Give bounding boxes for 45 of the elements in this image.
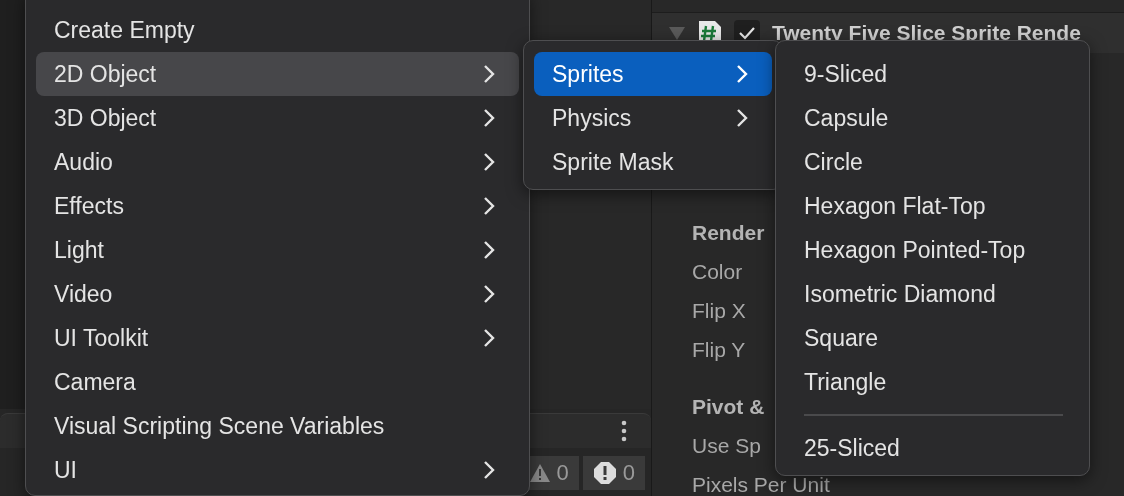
field-label: Flip X (692, 298, 746, 324)
menu-item[interactable]: Visual Scripting Scene Variables (36, 404, 519, 448)
menu-item[interactable]: 25-Sliced (786, 426, 1079, 470)
field-label: Pixels Per Unit (692, 472, 830, 496)
menu-item[interactable]: Sprite Mask (534, 140, 772, 184)
menu-item[interactable]: 9-Sliced (786, 52, 1079, 96)
menu-item[interactable]: Video (36, 272, 519, 316)
menu-item[interactable]: UI Toolkit (36, 316, 519, 360)
menu-item[interactable]: 3D Object (36, 96, 519, 140)
field-label: Color (692, 259, 743, 285)
chevron-icon (736, 64, 748, 84)
chevron-icon (483, 284, 495, 304)
menu-item[interactable]: Light (36, 228, 519, 272)
menu-item[interactable]: 2D Object (36, 52, 519, 96)
chevron-icon (483, 152, 495, 172)
menu-item[interactable]: Triangle (786, 360, 1079, 404)
menu-item[interactable]: Audio (36, 140, 519, 184)
menu-item[interactable]: Isometric Diamond (786, 272, 1079, 316)
component-title: Twenty Five Slice Sprite Rende (772, 21, 1081, 45)
error-count-button[interactable]: 0 (582, 456, 645, 490)
chevron-icon (483, 64, 495, 84)
warning-icon (528, 463, 551, 483)
menu-item[interactable]: Hexagon Pointed-Top (786, 228, 1079, 272)
section-heading: Pivot & (692, 394, 765, 420)
chevron-icon (483, 328, 495, 348)
menu-item[interactable]: Create Empty (36, 8, 519, 52)
chevron-icon (483, 240, 495, 260)
field-label: Flip Y (692, 337, 746, 363)
section-heading: Render (692, 220, 765, 246)
menu-item[interactable]: Square (786, 316, 1079, 360)
menu-item[interactable]: UI (36, 448, 519, 492)
chevron-icon (483, 460, 495, 480)
chevron-icon (483, 196, 495, 216)
menu-item[interactable]: Camera (36, 360, 519, 404)
more-options-icon[interactable] (621, 420, 627, 442)
menu-item[interactable]: Capsule (786, 96, 1079, 140)
menu-item[interactable]: Effects (36, 184, 519, 228)
chevron-icon (736, 108, 748, 128)
menu-item[interactable]: Physics (534, 96, 772, 140)
field-label: Use Sp (692, 433, 761, 459)
chevron-icon (483, 108, 495, 128)
menu-item[interactable]: Circle (786, 140, 1079, 184)
menu-item[interactable]: Hexagon Flat-Top (786, 184, 1079, 228)
menu-item[interactable]: Sprites (534, 52, 772, 96)
error-icon (592, 461, 617, 485)
